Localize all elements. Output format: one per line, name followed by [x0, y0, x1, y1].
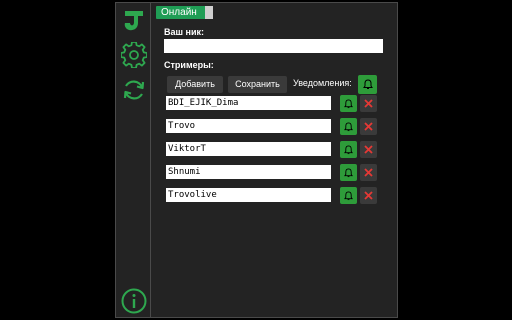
streamers-label: Стримеры: — [164, 60, 214, 70]
bell-icon — [344, 144, 353, 154]
streamer-delete-button[interactable] — [360, 187, 377, 204]
bell-icon — [362, 79, 373, 89]
add-button[interactable]: Добавить — [167, 76, 223, 93]
streamer-delete-button[interactable] — [360, 164, 377, 181]
refresh-icon[interactable] — [121, 77, 147, 103]
streamer-name-input[interactable]: Shnumi — [166, 165, 331, 179]
close-icon — [364, 145, 373, 154]
bell-icon — [344, 167, 353, 177]
extension-popup: Онлайн Ваш ник: Стримеры: Добавить Сохра… — [115, 2, 398, 318]
close-icon — [364, 99, 373, 108]
toggle-knob[interactable] — [205, 6, 213, 19]
gear-icon[interactable] — [121, 42, 147, 68]
bell-icon — [344, 190, 353, 200]
sidebar — [116, 3, 151, 317]
streamer-delete-button[interactable] — [360, 95, 377, 112]
notifications-label: Уведомления: — [293, 78, 352, 88]
streamer-bell-button[interactable] — [340, 95, 357, 112]
bell-icon — [344, 121, 353, 131]
streamer-bell-button[interactable] — [340, 164, 357, 181]
info-icon[interactable] — [121, 288, 147, 314]
streamer-delete-button[interactable] — [360, 118, 377, 135]
streamer-name-input[interactable]: Trovo — [166, 119, 331, 133]
streamer-name-input[interactable]: Trovolive — [166, 188, 331, 202]
close-icon — [364, 191, 373, 200]
nick-input[interactable] — [164, 39, 383, 53]
streamer-name-input[interactable]: ViktorT — [166, 142, 331, 156]
streamer-bell-button[interactable] — [340, 118, 357, 135]
nick-label: Ваш ник: — [164, 27, 204, 37]
main-area: Онлайн Ваш ник: Стримеры: Добавить Сохра… — [151, 3, 397, 317]
streamer-bell-button[interactable] — [340, 141, 357, 158]
close-icon — [364, 122, 373, 131]
bell-icon — [344, 98, 353, 108]
notifications-toggle-button[interactable] — [358, 75, 377, 94]
save-button[interactable]: Сохранить — [228, 76, 287, 93]
online-status-label: Онлайн — [161, 7, 197, 18]
logo-icon[interactable] — [121, 7, 147, 33]
close-icon — [364, 168, 373, 177]
streamer-name-input[interactable]: BDI_EJIK_Dima — [166, 96, 331, 110]
streamer-delete-button[interactable] — [360, 141, 377, 158]
streamer-bell-button[interactable] — [340, 187, 357, 204]
online-status-toggle[interactable]: Онлайн — [156, 6, 213, 19]
